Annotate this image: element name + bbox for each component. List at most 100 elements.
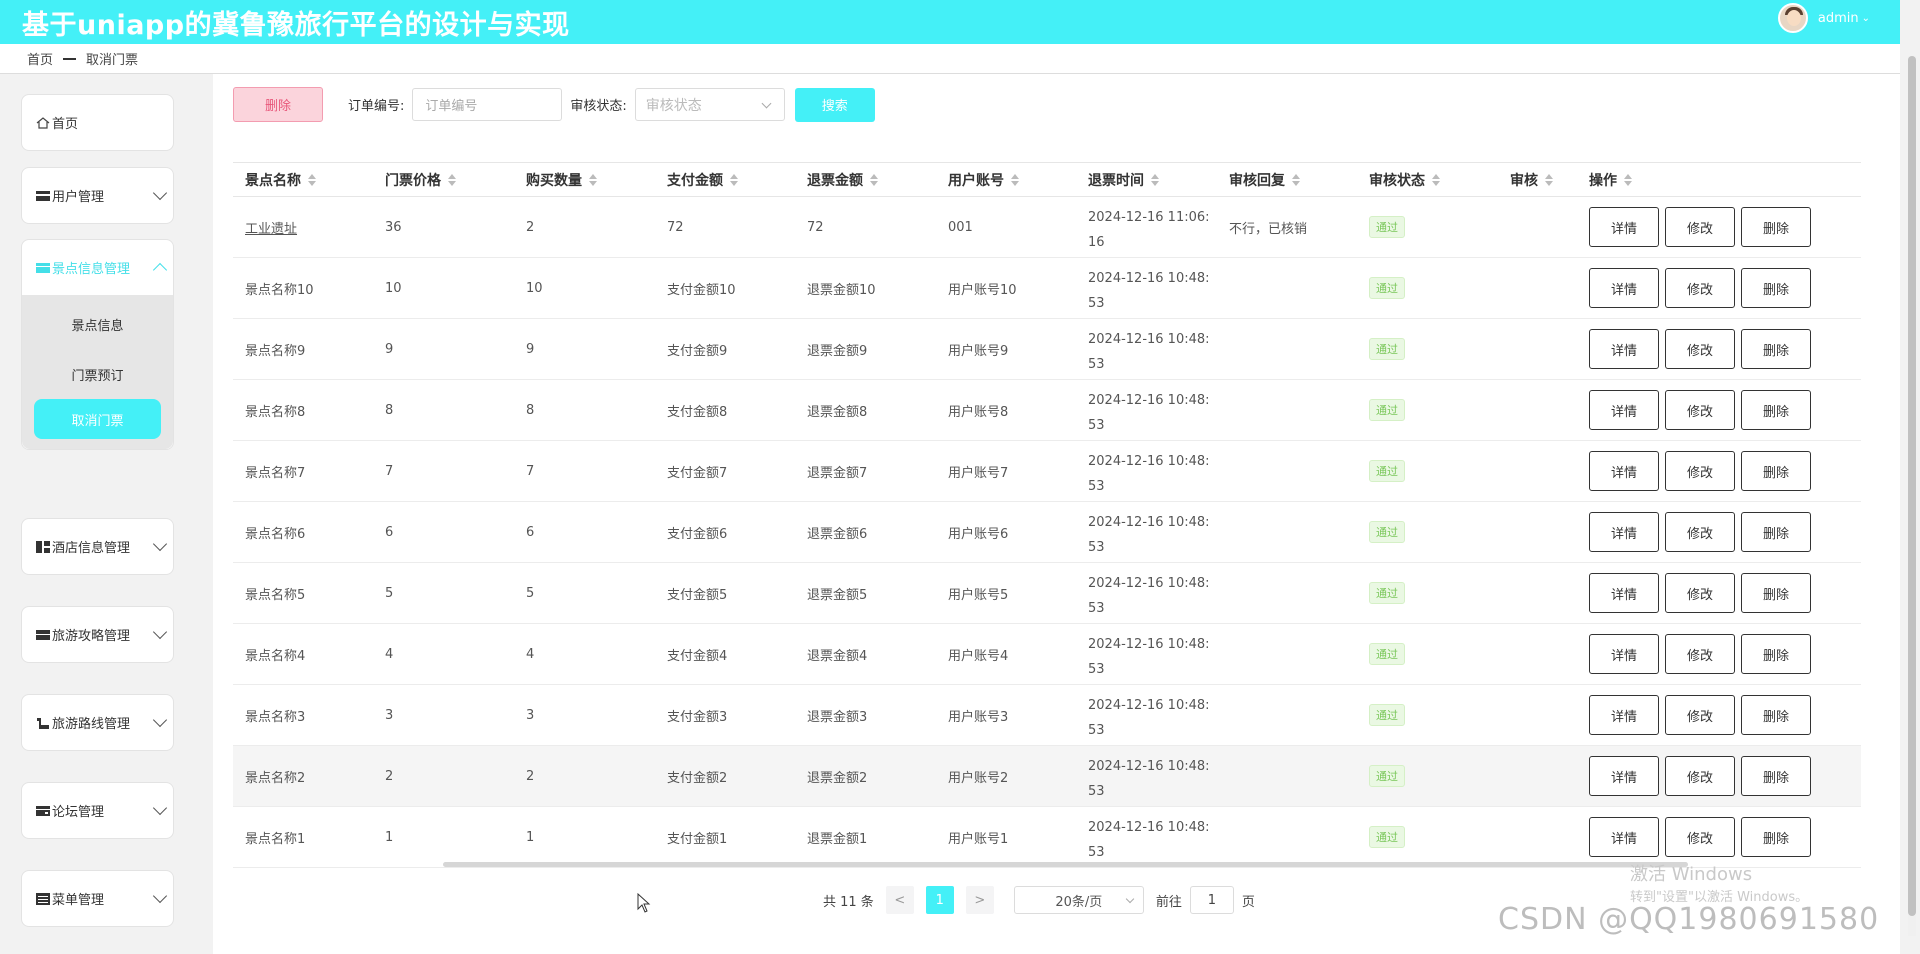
page-number-button[interactable]: 1: [925, 886, 954, 914]
edit-button[interactable]: 修改: [1665, 268, 1735, 308]
user-menu[interactable]: admin ⌄: [1777, 3, 1870, 33]
sort-icon[interactable]: [1291, 173, 1301, 187]
sort-icon[interactable]: [307, 173, 317, 187]
page-size-select[interactable]: 20条/页: [1013, 886, 1144, 914]
sidebar-users-head[interactable]: 用户管理: [22, 168, 173, 223]
detail-button[interactable]: 详情: [1589, 634, 1659, 674]
sidebar-guide-head[interactable]: 旅游攻略管理: [22, 607, 173, 662]
delete-button[interactable]: 删除: [1741, 634, 1811, 674]
cell-refund-amount: 退票金额1: [807, 831, 868, 847]
vertical-scrollbar[interactable]: [1908, 56, 1916, 936]
detail-button[interactable]: 详情: [1589, 329, 1659, 369]
sidebar-home-head[interactable]: 首页: [22, 95, 173, 150]
scrollbar-thumb[interactable]: [1908, 56, 1916, 916]
column-header[interactable]: 操作: [1577, 163, 1861, 196]
breadcrumb-home[interactable]: 首页: [27, 49, 53, 68]
delete-button[interactable]: 删除: [1741, 268, 1811, 308]
edit-button[interactable]: 修改: [1665, 756, 1735, 796]
delete-button[interactable]: 删除: [1741, 573, 1811, 613]
column-header[interactable]: 用户账号: [936, 163, 1076, 196]
edit-button[interactable]: 修改: [1665, 634, 1735, 674]
sort-icon[interactable]: [588, 173, 598, 187]
column-header[interactable]: 景点名称: [233, 163, 373, 196]
order-number-input[interactable]: 订单编号: [412, 88, 563, 121]
delete-button[interactable]: 删除: [1741, 695, 1811, 735]
edit-button[interactable]: 修改: [1665, 329, 1735, 369]
edit-button[interactable]: 修改: [1665, 573, 1735, 613]
avatar[interactable]: [1777, 3, 1808, 33]
cell-audit-reply: [1217, 258, 1357, 318]
table-row: 工业遗址 36 2 72 72 001 2024-12-16 11:06: 16 不行，已核销 通…: [233, 197, 1861, 258]
delete-button[interactable]: 删除: [1741, 756, 1811, 796]
sidebar-route-head[interactable]: 旅游路线管理: [22, 695, 173, 750]
audit-status-select[interactable]: 审核状态: [634, 88, 785, 121]
sidebar-item-users[interactable]: 用户管理: [21, 167, 174, 224]
edit-button[interactable]: 修改: [1665, 695, 1735, 735]
sort-icon[interactable]: [1010, 173, 1020, 187]
detail-button[interactable]: 详情: [1589, 451, 1659, 491]
column-header[interactable]: 审核: [1498, 163, 1577, 196]
submenu-item-scenic-info[interactable]: 景点信息: [22, 299, 173, 349]
chevron-down-icon[interactable]: ⌄: [1862, 13, 1870, 24]
next-page-button[interactable]: >: [965, 886, 994, 914]
sort-icon[interactable]: [1150, 173, 1160, 187]
detail-button[interactable]: 详情: [1589, 695, 1659, 735]
sort-icon[interactable]: [1544, 173, 1554, 187]
column-header[interactable]: 购买数量: [514, 163, 655, 196]
sidebar-hotel-head[interactable]: 酒店信息管理: [22, 519, 173, 574]
detail-button[interactable]: 详情: [1589, 268, 1659, 308]
sort-icon[interactable]: [869, 173, 879, 187]
sidebar-item-forum[interactable]: 论坛管理: [21, 782, 174, 839]
goto-page-input[interactable]: 1: [1189, 886, 1234, 914]
edit-button[interactable]: 修改: [1665, 512, 1735, 552]
search-button[interactable]: 搜索: [794, 87, 875, 122]
detail-button[interactable]: 详情: [1589, 573, 1659, 613]
delete-button[interactable]: 删除: [1741, 512, 1811, 552]
edit-button[interactable]: 修改: [1665, 817, 1735, 857]
sort-icon[interactable]: [447, 173, 457, 187]
user-name[interactable]: admin: [1818, 11, 1859, 26]
sidebar-menu-head[interactable]: 菜单管理: [22, 871, 173, 926]
batch-delete-button[interactable]: 删除: [233, 87, 323, 122]
column-header[interactable]: 退票金额: [795, 163, 936, 196]
sidebar-item-guide[interactable]: 旅游攻略管理: [21, 606, 174, 663]
horizontal-scrollbar[interactable]: [443, 862, 1688, 867]
sidebar-item-hotel[interactable]: 酒店信息管理: [21, 518, 174, 575]
cell-quantity: 10: [526, 280, 543, 296]
cell-actions: 详情 修改 删除: [1577, 380, 1861, 440]
delete-button[interactable]: 删除: [1741, 817, 1811, 857]
sidebar-item-home[interactable]: 首页: [21, 94, 174, 151]
sort-icon[interactable]: [1623, 173, 1633, 187]
detail-button[interactable]: 详情: [1589, 390, 1659, 430]
sort-icon[interactable]: [1431, 173, 1441, 187]
column-header[interactable]: 审核状态: [1357, 163, 1498, 196]
delete-button[interactable]: 删除: [1741, 390, 1811, 430]
sidebar-scenic-head[interactable]: 景点信息管理: [22, 240, 173, 295]
sidebar-item-route[interactable]: 旅游路线管理: [21, 694, 174, 751]
sidebar-forum-head[interactable]: 论坛管理: [22, 783, 173, 838]
delete-button[interactable]: 删除: [1741, 451, 1811, 491]
sort-icon[interactable]: [729, 173, 739, 187]
detail-button[interactable]: 详情: [1589, 756, 1659, 796]
cell-name: 景点名称6: [245, 526, 306, 542]
cell-refund-time: 2024-12-16 11:06: 16: [1088, 209, 1210, 250]
detail-button[interactable]: 详情: [1589, 512, 1659, 552]
detail-button[interactable]: 详情: [1589, 207, 1659, 247]
cell-actions: 详情 修改 删除: [1577, 563, 1861, 623]
edit-button[interactable]: 修改: [1665, 390, 1735, 430]
detail-button[interactable]: 详情: [1589, 817, 1659, 857]
chevron-down-icon: [761, 98, 772, 109]
delete-button[interactable]: 删除: [1741, 329, 1811, 369]
sidebar-item-menu[interactable]: 菜单管理: [21, 870, 174, 927]
submenu-item-cancel-ticket[interactable]: 取消门票: [34, 399, 161, 439]
submenu-item-ticket-booking[interactable]: 门票预订: [22, 349, 173, 399]
prev-page-button[interactable]: <: [885, 886, 914, 914]
column-header[interactable]: 退票时间: [1076, 163, 1217, 196]
edit-button[interactable]: 修改: [1665, 207, 1735, 247]
column-header[interactable]: 门票价格: [373, 163, 514, 196]
sidebar-item-scenic[interactable]: 景点信息管理 景点信息 门票预订 取消门票: [21, 239, 174, 450]
column-header[interactable]: 审核回复: [1217, 163, 1357, 196]
edit-button[interactable]: 修改: [1665, 451, 1735, 491]
column-header[interactable]: 支付金额: [655, 163, 795, 196]
delete-button[interactable]: 删除: [1741, 207, 1811, 247]
